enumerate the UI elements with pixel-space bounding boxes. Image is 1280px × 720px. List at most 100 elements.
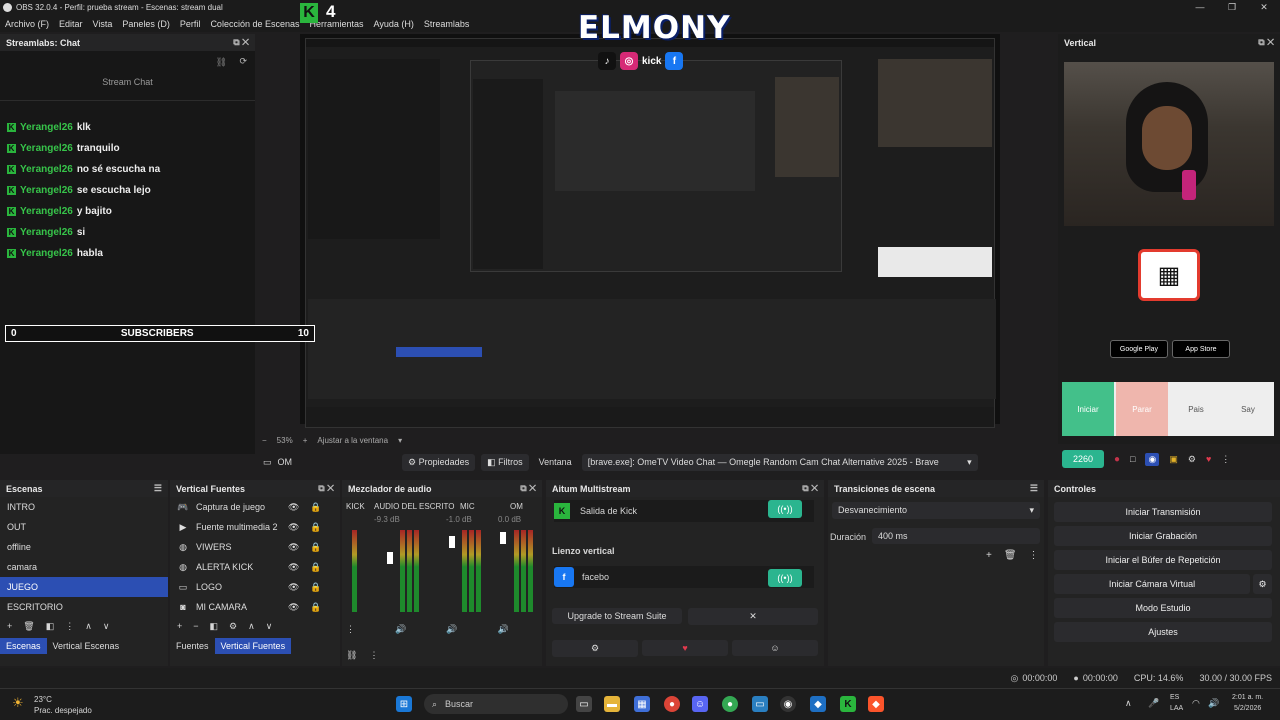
scene-item-selected[interactable]: JUEGO [0,577,168,597]
chat-user[interactable]: Yerangel26 [20,248,73,259]
dock-menu-icon[interactable]: ☰ [154,483,162,494]
speaker-icon[interactable]: 🔊 [497,624,508,635]
menu-archivo[interactable]: Archivo (F) [0,19,54,29]
lock-icon[interactable]: 🔒 [310,522,321,533]
properties-button[interactable]: ⚙ Propiedades [402,453,476,471]
studio-icon[interactable]: ▣ [1169,454,1178,465]
up-icon[interactable]: ∧ [248,621,255,632]
source-item[interactable]: ▶ Fuente multimedia 2 👁 🔒 [170,517,340,537]
lock-icon[interactable]: 🔒 [310,602,321,613]
chat-user[interactable]: Yerangel26 [20,143,73,154]
tab-fuentes[interactable]: Fuentes [170,638,215,654]
scene-item[interactable]: ESCRITORIO [0,597,168,617]
add-icon[interactable]: + [986,550,992,561]
virtual-cam-icon[interactable]: ◉ [1145,452,1160,466]
volume-fader[interactable] [449,536,455,548]
eye-icon[interactable]: 👁 [288,502,299,513]
clock-date[interactable]: 5/2/2026 [1234,705,1261,712]
menu-streamlabs[interactable]: Streamlabs [419,19,475,29]
scene-item[interactable]: camara [0,557,168,577]
filter-icon[interactable]: ◧ [46,621,55,632]
vscode-icon[interactable]: ◆ [810,696,826,712]
replay-buffer-button[interactable]: Iniciar el Búfer de Repetición [1054,550,1272,570]
duration-input[interactable]: 400 ms [872,528,1040,544]
more-icon[interactable]: ⋮ [65,621,74,632]
more-icon[interactable]: ⋮ [1029,550,1039,561]
source-item[interactable]: 🎮 Captura de juego 👁 🔒 [170,497,340,517]
chat-user[interactable]: Yerangel26 [20,206,73,217]
source-item[interactable]: ◍ ALERTA KICK 👁 🔒 [170,557,340,577]
store-icon[interactable]: ▦ [634,696,650,712]
scene-item[interactable]: INTRO [0,497,168,517]
menu-vista[interactable]: Vista [88,19,118,29]
gear-icon[interactable]: ⚙ [229,621,237,632]
tab-vertical-escenas[interactable]: Vertical Escenas [47,638,126,654]
add-icon[interactable]: + [177,621,182,632]
upgrade-button[interactable]: Upgrade to Stream Suite [552,608,682,624]
dock-float-close-icon[interactable]: ⧉ ✕ [1258,37,1274,48]
chat-user[interactable]: Yerangel26 [20,227,73,238]
donate-button[interactable]: ♥ [642,640,728,656]
app-icon[interactable]: ▭ [752,696,768,712]
eye-icon[interactable]: 👁 [288,582,299,593]
chrome-icon[interactable]: ● [722,696,738,712]
settings-button[interactable]: ⚙ [552,640,638,657]
studio-mode-button[interactable]: Modo Estudio [1054,598,1272,618]
maximize-icon[interactable]: ❐ [1216,0,1248,15]
zoom-in-icon[interactable]: + [303,436,308,445]
minimize-icon[interactable]: — [1184,0,1216,15]
lock-icon[interactable]: 🔒 [310,562,321,573]
up-icon[interactable]: ∧ [85,621,92,632]
start-stream-button[interactable]: Iniciar Transmisión [1054,502,1272,522]
down-icon[interactable]: ∨ [266,621,273,632]
start-icon[interactable]: ⊞ [396,696,412,712]
source-item[interactable]: ◙ MI CAMARA 👁 🔒 [170,597,340,617]
virtual-camera-settings-button[interactable]: ⚙ [1253,574,1272,594]
speaker-icon[interactable]: 🔊 [446,624,457,635]
brave-icon[interactable]: ◆ [868,696,884,712]
file-explorer-icon[interactable]: ▬ [604,696,620,712]
mic-tray-icon[interactable]: 🎤 [1148,698,1159,709]
volume-fader[interactable] [500,532,506,544]
add-icon[interactable]: + [7,621,12,632]
eye-icon[interactable]: 👁 [288,542,299,553]
close-icon[interactable]: ✕ [1248,0,1280,15]
remove-icon[interactable]: − [193,621,198,632]
dock-menu-icon[interactable]: ☰ [1030,483,1038,494]
more-icon[interactable]: ⋮ [346,624,355,635]
volume-icon[interactable]: 🔊 [1208,698,1219,709]
trash-icon[interactable]: 🗑 [23,621,34,632]
clock-time[interactable]: 2:01 a. m. [1232,694,1263,701]
more-icon[interactable]: ⋮ [369,650,378,661]
trash-icon[interactable]: 🗑 [1004,550,1017,561]
close-upgrade-button[interactable]: ✕ [688,608,818,625]
link-icon[interactable]: ⛓ [346,650,357,661]
record-icon[interactable]: ● [1114,454,1120,465]
transition-select[interactable]: Desvanecimiento ▾ [832,502,1040,519]
dock-float-close-icon[interactable]: ⧉ ✕ [520,483,536,494]
fit-window-select[interactable]: Ajustar a la ventana [317,436,388,445]
start-recording-button[interactable]: Iniciar Grabación [1054,526,1272,546]
virtual-camera-button[interactable]: Iniciar Cámara Virtual [1054,574,1250,594]
dock-float-close-icon[interactable]: ⧉ ✕ [233,37,249,48]
tab-escenas[interactable]: Escenas [0,638,47,654]
filters-button[interactable]: ◧ Filtros [481,453,529,471]
lock-icon[interactable]: 🔒 [310,582,321,593]
menu-paneles[interactable]: Paneles (D) [117,19,175,29]
eye-icon[interactable]: 👁 [288,602,299,613]
discord-button[interactable]: ☺ [732,640,818,656]
dock-float-close-icon[interactable]: ⧉ ✕ [318,483,334,494]
menu-ayuda[interactable]: Ayuda (H) [369,19,419,29]
gear-icon[interactable]: ⚙ [1188,454,1196,465]
discord-icon[interactable]: ☺ [692,696,708,712]
popout-icon[interactable]: ⛓ [216,57,227,68]
heart-icon[interactable]: ♥ [1206,454,1211,464]
taskbar-search[interactable]: ⌕ Buscar [424,694,568,714]
lock-icon[interactable]: 🔒 [310,542,321,553]
window-select[interactable]: [brave.exe]: OmeTV Video Chat — Omegle R… [581,453,978,471]
obs-icon[interactable]: ◉ [780,696,796,712]
eye-icon[interactable]: 👁 [288,522,299,533]
kick-app-icon[interactable]: K [840,696,856,712]
volume-fader[interactable] [387,552,393,564]
source-item[interactable]: ▭ LOGO 👁 🔒 [170,577,340,597]
